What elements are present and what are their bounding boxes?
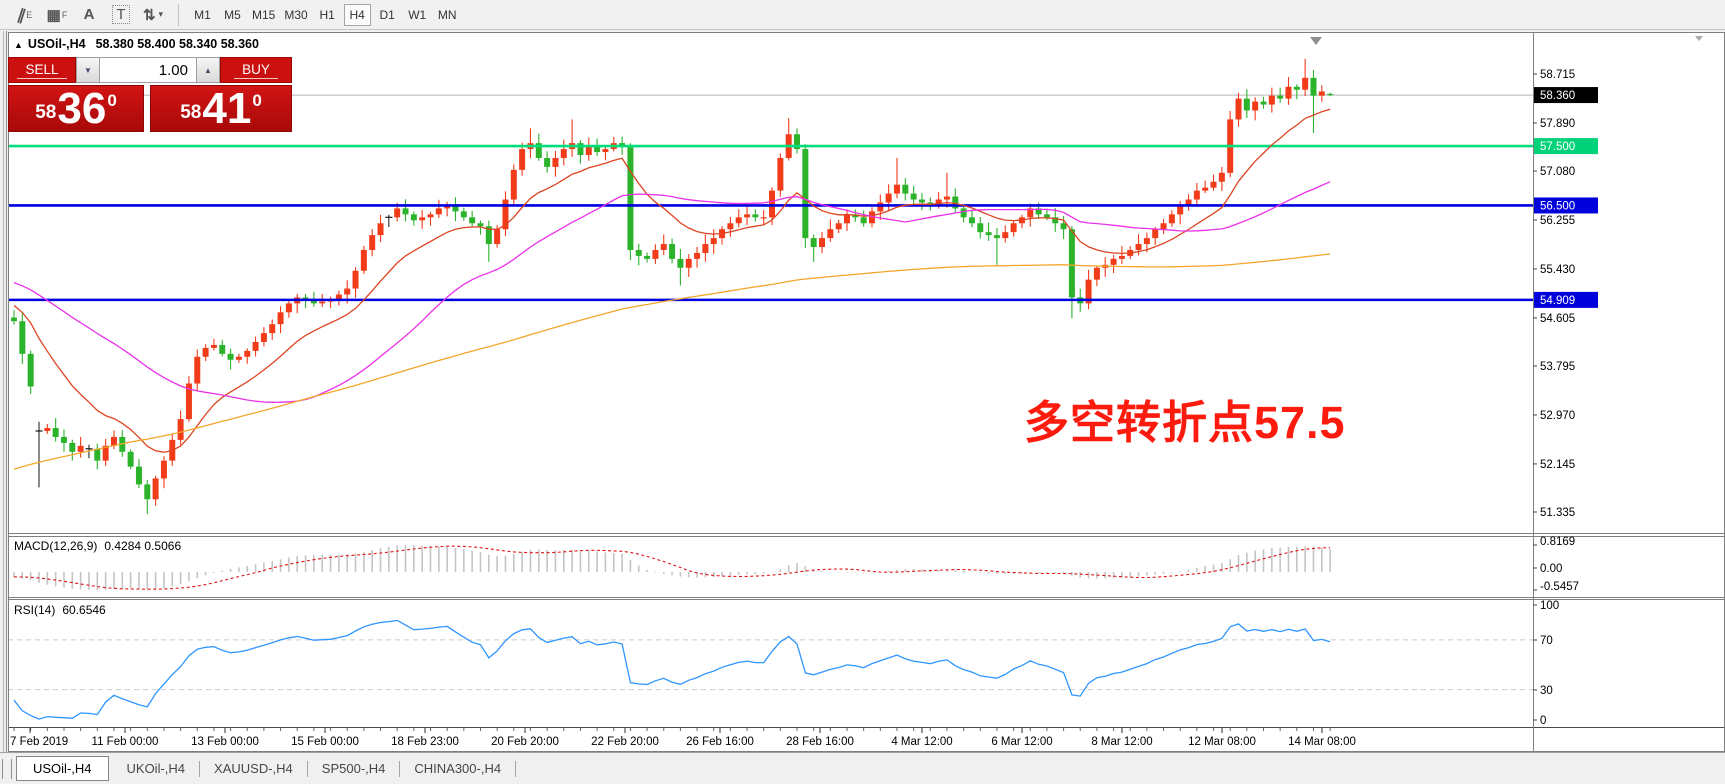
svg-text:54.605: 54.605 bbox=[1540, 313, 1575, 325]
svg-text:57.500: 57.500 bbox=[1540, 141, 1575, 153]
tab-sp500[interactable]: SP500-,H4 bbox=[310, 757, 398, 780]
svg-text:57.080: 57.080 bbox=[1540, 166, 1575, 178]
tab-divider bbox=[307, 761, 308, 777]
svg-text:15 Feb 00:00: 15 Feb 00:00 bbox=[291, 736, 359, 748]
label-tool-button[interactable]: T bbox=[106, 3, 136, 27]
symbol-ohlc-quotes: 58.380 58.400 58.340 58.360 bbox=[96, 37, 259, 51]
timeframe-h4[interactable]: H4 bbox=[344, 4, 371, 26]
timeframe-h1[interactable]: H1 bbox=[314, 4, 341, 26]
top-toolbar: ∥E ▦F A T ⇅ ▾ M1 M5 M15 M30 H1 H4 D1 W1 … bbox=[0, 0, 1725, 30]
rsi-indicator-label: RSI(14)60.6546 bbox=[14, 603, 106, 617]
svg-text:52.970: 52.970 bbox=[1540, 410, 1575, 422]
macd-indicator-label: MACD(12,26,9)0.4284 0.5066 bbox=[14, 539, 181, 553]
macd-values: 0.4284 0.5066 bbox=[104, 539, 181, 553]
volume-input[interactable] bbox=[100, 57, 196, 83]
tab-divider bbox=[399, 761, 400, 777]
svg-text:0: 0 bbox=[1540, 715, 1546, 727]
volume-decrease-button[interactable]: ▼ bbox=[76, 57, 100, 83]
arrows-icon: ⇅ bbox=[143, 6, 156, 24]
one-click-trading-panel: SELL ▼ ▲ BUY 58360 58410 bbox=[8, 57, 292, 132]
chart-tab-bar: USOil-,H4 UKOil-,H4 XAUUSD-,H4 SP500-,H4… bbox=[0, 752, 1725, 784]
svg-text:12 Mar 08:00: 12 Mar 08:00 bbox=[1188, 736, 1256, 748]
tab-usoil[interactable]: USOil-,H4 bbox=[16, 756, 109, 781]
window-left-border bbox=[3, 31, 4, 752]
svg-text:100: 100 bbox=[1540, 600, 1559, 612]
arrows-tool-button[interactable]: ⇅ ▾ bbox=[138, 3, 168, 27]
timeframe-d1[interactable]: D1 bbox=[374, 4, 401, 26]
spinner-up-icon: ▲ bbox=[204, 66, 212, 75]
svg-text:8 Mar 12:00: 8 Mar 12:00 bbox=[1091, 736, 1152, 748]
svg-text:7 Feb 2019: 7 Feb 2019 bbox=[10, 736, 68, 748]
svg-text:28 Feb 16:00: 28 Feb 16:00 bbox=[786, 736, 854, 748]
timeframe-mn[interactable]: MN bbox=[434, 4, 461, 26]
chart-symbol-header: ▲ USOil-,H4 58.380 58.400 58.340 58.360 bbox=[14, 37, 259, 51]
svg-text:-0.5457: -0.5457 bbox=[1540, 581, 1579, 593]
svg-text:14 Mar 08:00: 14 Mar 08:00 bbox=[1288, 736, 1356, 748]
tab-divider bbox=[199, 761, 200, 777]
svg-text:0.00: 0.00 bbox=[1540, 563, 1562, 575]
svg-text:0.8169: 0.8169 bbox=[1540, 536, 1575, 548]
fibonacci-icon: ▦ bbox=[47, 6, 61, 24]
svg-text:55.430: 55.430 bbox=[1540, 264, 1575, 276]
volume-increase-button[interactable]: ▲ bbox=[196, 57, 220, 83]
timeframe-w1[interactable]: W1 bbox=[404, 4, 431, 26]
svg-text:56.500: 56.500 bbox=[1540, 200, 1575, 212]
svg-text:56.255: 56.255 bbox=[1540, 215, 1575, 227]
buy-price-button[interactable]: 58410 bbox=[150, 85, 292, 132]
window-left-border-inner bbox=[6, 31, 7, 752]
buy-button[interactable]: BUY bbox=[220, 57, 292, 83]
svg-text:22 Feb 20:00: 22 Feb 20:00 bbox=[591, 736, 659, 748]
text-icon: A bbox=[84, 6, 95, 23]
chevron-down-icon: ▾ bbox=[159, 9, 164, 20]
symbol-name: USOil-,H4 bbox=[28, 37, 86, 51]
chart-text-annotation: 多空转折点57.5 bbox=[1024, 386, 1346, 451]
tab-ukoil[interactable]: UKOil-,H4 bbox=[115, 757, 198, 780]
tab-china300[interactable]: CHINA300-,H4 bbox=[402, 757, 513, 780]
svg-text:53.795: 53.795 bbox=[1540, 361, 1575, 373]
svg-text:57.890: 57.890 bbox=[1540, 118, 1575, 130]
spinner-down-icon: ▼ bbox=[84, 66, 92, 75]
tab-xauusd[interactable]: XAUUSD-,H4 bbox=[202, 757, 305, 780]
timeframe-m15[interactable]: M15 bbox=[249, 4, 278, 26]
timeframe-m5[interactable]: M5 bbox=[219, 4, 246, 26]
svg-text:6 Mar 12:00: 6 Mar 12:00 bbox=[991, 736, 1052, 748]
channel-tool-button[interactable]: ∥E bbox=[10, 3, 40, 27]
tabbar-grip bbox=[2, 759, 12, 779]
svg-text:58.715: 58.715 bbox=[1540, 69, 1575, 81]
fibonacci-tool-button[interactable]: ▦F bbox=[42, 3, 72, 27]
sell-price-button[interactable]: 58360 bbox=[8, 85, 144, 132]
svg-text:58.360: 58.360 bbox=[1540, 90, 1575, 102]
svg-text:11 Feb 00:00: 11 Feb 00:00 bbox=[92, 736, 159, 748]
svg-text:70: 70 bbox=[1540, 635, 1553, 647]
rsi-value: 60.6546 bbox=[62, 603, 105, 617]
svg-text:20 Feb 20:00: 20 Feb 20:00 bbox=[491, 736, 559, 748]
collapse-arrow-icon: ▲ bbox=[14, 40, 23, 50]
chart-canvas[interactable]: 58.715 57.890 57.080 56.255 55.430 54.605 53.7… bbox=[8, 32, 1725, 752]
svg-text:52.145: 52.145 bbox=[1540, 459, 1575, 471]
text-tool-button[interactable]: A bbox=[74, 3, 104, 27]
svg-text:54.909: 54.909 bbox=[1540, 295, 1575, 307]
toolbar-separator bbox=[178, 4, 179, 26]
tab-divider bbox=[515, 761, 516, 777]
svg-text:26 Feb 16:00: 26 Feb 16:00 bbox=[686, 736, 754, 748]
svg-text:30: 30 bbox=[1540, 685, 1553, 697]
label-icon: T bbox=[112, 5, 129, 24]
timeframe-m30[interactable]: M30 bbox=[281, 4, 310, 26]
timeframe-m1[interactable]: M1 bbox=[189, 4, 216, 26]
svg-text:13 Feb 00:00: 13 Feb 00:00 bbox=[191, 736, 259, 748]
svg-text:18 Feb 23:00: 18 Feb 23:00 bbox=[391, 736, 459, 748]
svg-text:4 Mar 12:00: 4 Mar 12:00 bbox=[891, 736, 952, 748]
sell-button[interactable]: SELL bbox=[8, 57, 76, 83]
svg-text:51.335: 51.335 bbox=[1540, 507, 1575, 519]
